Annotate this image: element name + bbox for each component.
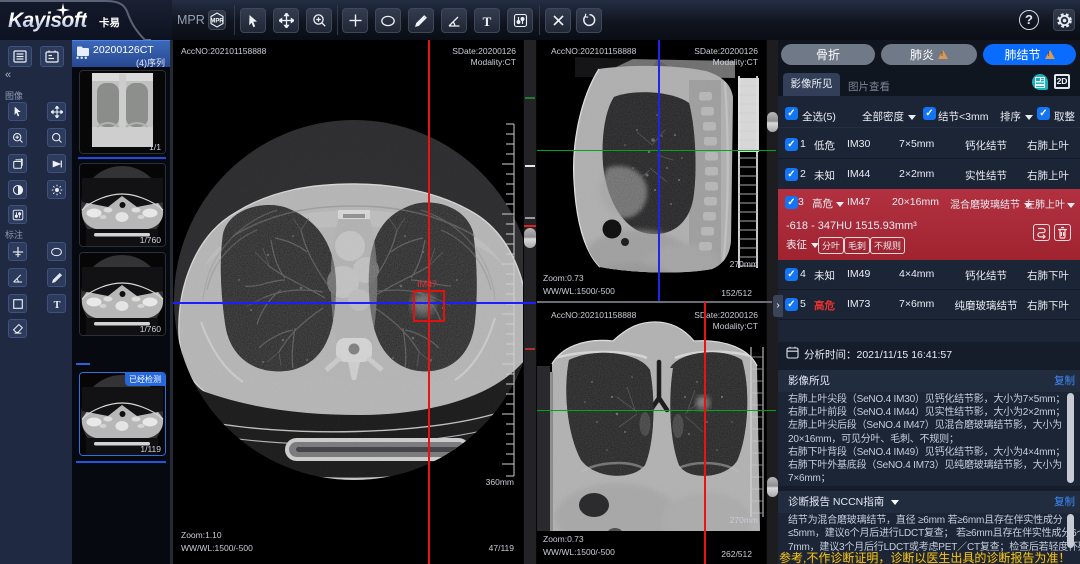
svg-text:T: T bbox=[53, 299, 60, 309]
svg-text:T: T bbox=[483, 14, 492, 28]
svg-text:MPR: MPR bbox=[210, 19, 224, 25]
